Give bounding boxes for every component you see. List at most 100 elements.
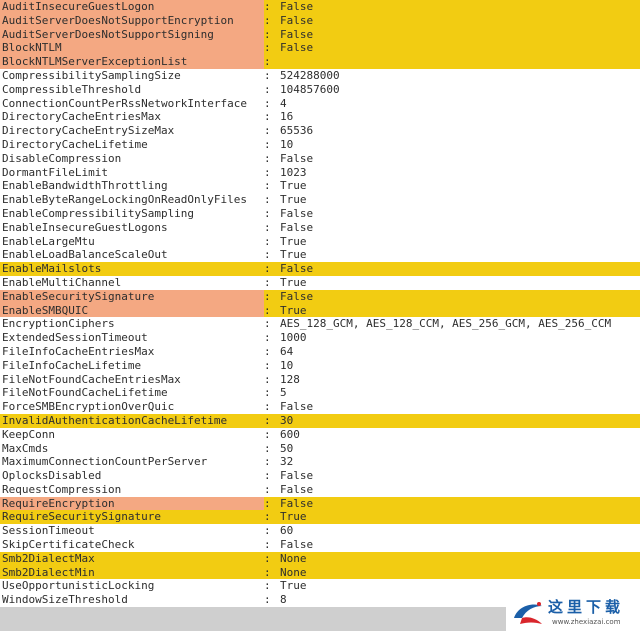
setting-row: DisableCompression: False — [0, 152, 640, 166]
setting-row: ConnectionCountPerRssNetworkInterface:4 — [0, 97, 640, 111]
setting-name: EnableCompressibilitySampling — [2, 206, 195, 220]
setting-value: False — [280, 496, 314, 510]
setting-value: True — [280, 193, 307, 207]
setting-name: EnableByteRangeLockingOnReadOnlyFiles — [2, 193, 248, 207]
setting-name: DirectoryCacheLifetime — [2, 137, 148, 151]
setting-separator: : — [264, 220, 271, 234]
setting-value: 1000 — [280, 331, 307, 345]
setting-name: InvalidAuthenticationCacheLifetime — [2, 413, 228, 427]
setting-name: SessionTimeout — [2, 524, 95, 538]
setting-separator: : — [264, 289, 271, 303]
setting-row: DormantFileLimit:1023 — [0, 166, 640, 180]
setting-name: Smb2DialectMax — [2, 551, 95, 565]
setting-value: 50 — [280, 441, 294, 455]
setting-value: 104857600 — [280, 82, 340, 96]
setting-row: FileNotFoundCacheEntriesMax:128 — [0, 373, 640, 387]
setting-value: 8 — [280, 593, 287, 607]
setting-name: EnableSMBQUIC — [0, 303, 264, 318]
setting-separator: : — [264, 303, 271, 317]
setting-name: SkipCertificateCheck — [2, 538, 135, 552]
setting-separator: : — [264, 55, 271, 69]
setting-value: False — [280, 0, 314, 13]
setting-row: CompressibilitySamplingSize:524288000 — [0, 69, 640, 83]
setting-value: False — [280, 262, 314, 276]
setting-row: RequireEncryption: False — [0, 496, 640, 511]
setting-separator: : — [264, 551, 271, 565]
setting-separator: : — [264, 68, 271, 82]
setting-name: Smb2DialectMin — [2, 565, 95, 579]
setting-name: BlockNTLM — [0, 41, 264, 56]
setting-value: False — [280, 41, 314, 55]
setting-name: EncryptionCiphers — [2, 317, 115, 331]
setting-separator: : — [264, 331, 271, 345]
setting-separator: : — [264, 482, 271, 496]
setting-name: WindowSizeThreshold — [2, 593, 128, 607]
setting-separator: : — [264, 151, 271, 165]
setting-row: DirectoryCacheEntrySizeMax:65536 — [0, 124, 640, 138]
setting-name: EnableLargeMtu — [2, 234, 95, 248]
setting-name: BlockNTLMServerExceptionList — [0, 55, 264, 69]
setting-separator: : — [264, 179, 271, 193]
setting-value: True — [280, 234, 307, 248]
setting-value: 65536 — [280, 124, 314, 138]
setting-name: AuditInsecureGuestLogon — [0, 0, 264, 14]
setting-value: None — [280, 551, 307, 565]
setting-row: AuditInsecureGuestLogon: False — [0, 0, 640, 14]
setting-value: 16 — [280, 110, 294, 124]
setting-separator: : — [264, 165, 271, 179]
setting-row: FileNotFoundCacheLifetime:5 — [0, 386, 640, 400]
setting-value: None — [280, 565, 307, 579]
setting-value: 10 — [280, 358, 294, 372]
setting-name: MaximumConnectionCountPerServer — [2, 455, 208, 469]
setting-row: MaxCmds:50 — [0, 442, 640, 456]
setting-value: False — [280, 220, 314, 234]
setting-row: EnableSecuritySignature: False — [0, 289, 640, 304]
setting-separator: : — [264, 0, 271, 13]
setting-name: FileNotFoundCacheLifetime — [2, 386, 168, 400]
setting-value: 600 — [280, 427, 300, 441]
setting-name: FileNotFoundCacheEntriesMax — [2, 372, 181, 386]
setting-row: EnableCompressibilitySampling: False — [0, 207, 640, 221]
setting-value: True — [280, 275, 307, 289]
setting-separator: : — [264, 469, 271, 483]
setting-name: OplocksDisabled — [2, 469, 102, 483]
setting-separator: : — [264, 110, 271, 124]
setting-name: RequireEncryption — [0, 496, 264, 511]
setting-value: 60 — [280, 524, 294, 538]
setting-separator: : — [264, 386, 271, 400]
watermark-title: 这里下载 — [548, 598, 625, 616]
setting-row: EnableSMBQUIC: True — [0, 303, 640, 318]
setting-separator: : — [264, 13, 271, 27]
setting-name: DirectoryCacheEntriesMax — [2, 110, 161, 124]
setting-row: Smb2DialectMin: None — [0, 565, 640, 580]
setting-value: False — [280, 151, 314, 165]
setting-value: True — [280, 248, 307, 262]
setting-value: False — [280, 289, 314, 303]
setting-name: CompressibilitySamplingSize — [2, 68, 181, 82]
setting-name: EnableLoadBalanceScaleOut — [2, 248, 168, 262]
setting-separator: : — [264, 275, 271, 289]
setting-separator: : — [264, 82, 271, 96]
setting-value: False — [280, 400, 314, 414]
settings-list: AuditInsecureGuestLogon: False AuditServer… — [0, 0, 640, 607]
setting-value: False — [280, 469, 314, 483]
setting-row: BlockNTLM: False — [0, 41, 640, 56]
setting-separator: : — [264, 538, 271, 552]
setting-separator: : — [264, 124, 271, 138]
setting-name: UseOpportunisticLocking — [2, 579, 155, 593]
setting-row: EnableBandwidthThrottling: True — [0, 179, 640, 193]
footer-bar — [0, 607, 506, 631]
setting-value: 1023 — [280, 165, 307, 179]
setting-name: ExtendedSessionTimeout — [2, 331, 148, 345]
setting-name: FileInfoCacheLifetime — [2, 358, 142, 372]
setting-row: KeepConn:600 — [0, 428, 640, 442]
watermark: 这里下载 www.zhexiazai.com — [508, 594, 640, 631]
setting-separator: : — [264, 427, 271, 441]
setting-value: False — [280, 206, 314, 220]
setting-row: DirectoryCacheLifetime:10 — [0, 138, 640, 152]
setting-row: FileInfoCacheLifetime:10 — [0, 359, 640, 373]
setting-separator: : — [264, 344, 271, 358]
setting-row: ForceSMBEncryptionOverQuic: False — [0, 400, 640, 414]
setting-separator: : — [264, 27, 271, 41]
setting-name: RequestCompression — [2, 482, 122, 496]
